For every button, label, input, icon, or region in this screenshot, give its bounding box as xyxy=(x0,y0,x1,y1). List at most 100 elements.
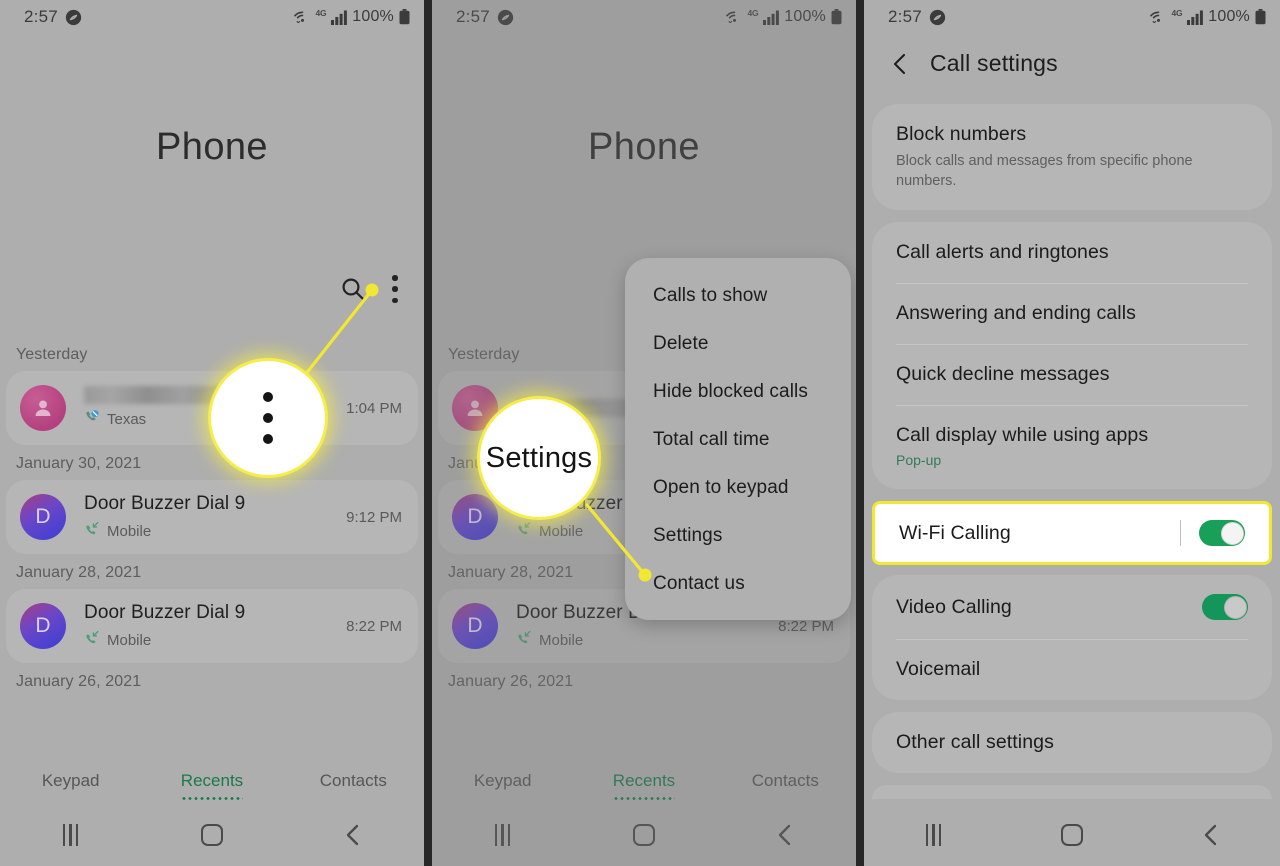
back-icon[interactable] xyxy=(1179,815,1243,855)
status-bar-right: 4G 100% xyxy=(1149,8,1266,26)
panel-call-settings: 2:57 4G 100% Call settings Block numbers… xyxy=(864,0,1280,866)
call-date-header: January 30, 2021 xyxy=(16,455,142,472)
tab-keypad[interactable]: Keypad xyxy=(0,771,141,791)
callout-magnifier-overflow xyxy=(211,361,325,475)
status-bar-left: 2:57 xyxy=(456,7,514,27)
battery-full-icon xyxy=(831,9,842,25)
status-bar-right: 4G 100% xyxy=(725,8,842,26)
tab-label: Recents xyxy=(180,771,244,790)
home-icon[interactable] xyxy=(180,815,244,855)
recent-apps-icon[interactable] xyxy=(471,815,535,855)
shazam-icon xyxy=(65,9,82,26)
setting-title: Other call settings xyxy=(896,731,1054,754)
setting-row-answering-ending-calls[interactable]: Answering and ending calls xyxy=(872,283,1272,344)
search-icon[interactable] xyxy=(340,276,366,302)
signal-bars-icon xyxy=(331,10,348,25)
call-name: Door Buzzer Dial 9 xyxy=(84,602,246,624)
incoming-call-icon xyxy=(84,630,100,651)
overflow-menu-icon xyxy=(263,392,273,444)
status-bar-left: 2:57 xyxy=(888,7,946,27)
call-subtitle: Mobile xyxy=(84,630,346,651)
overflow-menu-icon[interactable] xyxy=(392,275,398,303)
tab-label: Keypad xyxy=(41,771,100,790)
setting-row-block-numbers[interactable]: Block numbers Block calls and messages f… xyxy=(872,104,1272,210)
call-date-header: Yesterday xyxy=(16,346,88,363)
status-bar: 2:57 4G 100% xyxy=(432,0,856,34)
avatar-letter: D xyxy=(467,505,483,528)
home-icon[interactable] xyxy=(612,815,676,855)
call-time: 8:22 PM xyxy=(778,617,834,635)
menu-item-total-call-time[interactable]: Total call time xyxy=(625,416,851,464)
panel-divider xyxy=(424,0,432,866)
setting-value: Pop-up xyxy=(896,452,942,469)
menu-item-delete[interactable]: Delete xyxy=(625,320,851,368)
settings-card-video-voicemail: Video Calling Voicemail xyxy=(872,575,1272,701)
home-icon[interactable] xyxy=(1040,815,1104,855)
blocked-call-icon xyxy=(84,409,100,430)
setting-row-wifi-calling[interactable]: Wi-Fi Calling xyxy=(875,504,1269,562)
battery-percent: 100% xyxy=(352,8,394,25)
call-date-header: January 28, 2021 xyxy=(16,564,142,581)
setting-row-video-calling[interactable]: Video Calling xyxy=(872,575,1272,639)
menu-item-calls-to-show[interactable]: Calls to show xyxy=(625,272,851,320)
recent-apps-icon[interactable] xyxy=(901,815,965,855)
settings-card-call-options: Call alerts and ringtones Answering and … xyxy=(872,222,1272,490)
menu-item-settings[interactable]: Settings xyxy=(625,512,851,560)
settings-content: Block numbers Block calls and messages f… xyxy=(864,104,1280,811)
setting-title: Call alerts and ringtones xyxy=(896,241,1109,264)
wifi-icon xyxy=(1149,9,1167,25)
tab-contacts[interactable]: Contacts xyxy=(283,771,424,791)
status-bar-left: 2:57 xyxy=(24,7,82,27)
wifi-icon xyxy=(725,9,743,25)
avatar-letter: D xyxy=(35,505,51,528)
call-name: Door Buzzer Dial 9 xyxy=(84,493,246,515)
settings-card-wifi-calling-highlighted: Wi-Fi Calling xyxy=(872,501,1272,566)
panel-phone-recents: 2:57 4G 100% Phone Yesterday Texas 1:04 … xyxy=(0,0,424,866)
setting-row-call-display[interactable]: Call display while using apps Pop-up xyxy=(872,405,1272,489)
tab-keypad[interactable]: Keypad xyxy=(432,771,573,791)
avatar: D xyxy=(20,603,66,649)
toggle-divider xyxy=(1180,520,1181,547)
setting-row-call-alerts[interactable]: Call alerts and ringtones xyxy=(872,222,1272,283)
panel-phone-overflow-menu: 2:57 4G 100% Phone Yesterday January D D… xyxy=(432,0,856,866)
back-icon[interactable] xyxy=(753,815,817,855)
setting-row-voicemail[interactable]: Voicemail xyxy=(872,639,1272,700)
incoming-call-icon xyxy=(84,521,100,542)
incoming-call-icon xyxy=(516,630,532,651)
setting-row-other-call-settings[interactable]: Other call settings xyxy=(872,712,1272,773)
tab-recents[interactable]: Recents xyxy=(573,771,714,800)
table-row[interactable]: D Door Buzzer Dial 9 Mobile 8:22 PM xyxy=(6,589,418,663)
status-bar-right: 4G 100% xyxy=(293,8,410,26)
setting-subtitle: Block calls and messages from specific p… xyxy=(896,153,1193,189)
menu-item-hide-blocked-calls[interactable]: Hide blocked calls xyxy=(625,368,851,416)
call-line-type: Mobile xyxy=(107,631,152,649)
setting-row-quick-decline[interactable]: Quick decline messages xyxy=(872,344,1272,405)
setting-title: Block numbers xyxy=(896,123,1027,145)
setting-title: Call display while using apps xyxy=(896,424,1149,447)
page-title: Phone xyxy=(588,126,700,168)
table-row[interactable]: D Door Buzzer Dial 9 Mobile 9:12 PM xyxy=(6,480,418,554)
setting-title: Quick decline messages xyxy=(896,363,1110,386)
call-date-header: January 26, 2021 xyxy=(448,673,574,690)
wifi-calling-toggle[interactable] xyxy=(1199,520,1245,547)
recent-apps-icon[interactable] xyxy=(39,815,103,855)
back-chevron-icon[interactable] xyxy=(890,53,910,75)
back-icon[interactable] xyxy=(321,815,385,855)
page-title: Phone xyxy=(156,126,268,168)
settings-header: Call settings xyxy=(864,40,1280,86)
tab-active-indicator xyxy=(612,797,675,800)
video-calling-toggle[interactable] xyxy=(1202,594,1248,621)
menu-item-contact-us[interactable]: Contact us xyxy=(625,560,851,608)
tab-contacts[interactable]: Contacts xyxy=(715,771,856,791)
bottom-tab-bar: Keypad Recents Contacts xyxy=(432,758,856,804)
avatar: D xyxy=(452,494,498,540)
menu-item-open-to-keypad[interactable]: Open to keypad xyxy=(625,464,851,512)
network-type-label: 4G xyxy=(315,8,327,18)
wifi-icon xyxy=(293,9,311,25)
tab-recents[interactable]: Recents xyxy=(141,771,282,800)
network-type-label: 4G xyxy=(1171,8,1183,18)
android-nav-bar xyxy=(432,804,856,866)
call-time: 8:22 PM xyxy=(346,617,402,635)
battery-full-icon xyxy=(399,9,410,25)
call-details: Door Buzzer Dial 9 Mobile xyxy=(66,601,346,651)
